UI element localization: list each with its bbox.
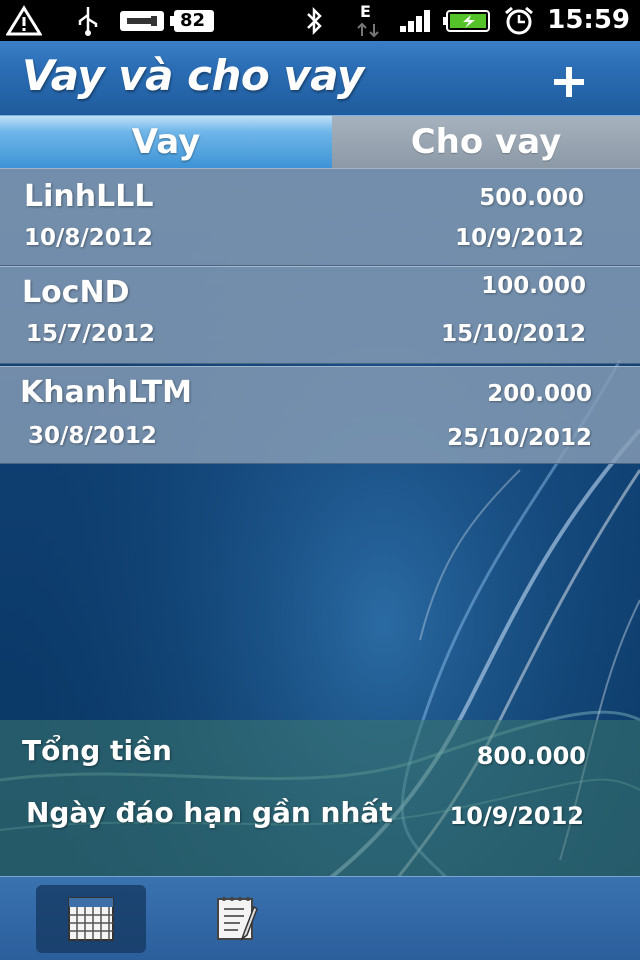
plus-icon [554,67,584,97]
total-label: Tổng tiền [22,734,172,767]
notes-icon [217,897,258,942]
list-item[interactable]: KhanhLTM 200.000 30/8/2012 25/10/2012 [0,366,640,464]
loan-amount: 100.000 [481,273,586,299]
nearest-due-label: Ngày đáo hạn gần nhất [26,796,393,829]
tab-cho-vay[interactable]: Cho vay [332,116,640,168]
summary-panel: Tổng tiền 800.000 Ngày đáo hạn gần nhất … [0,720,640,876]
loan-date: 15/7/2012 [26,321,155,347]
tab-bar: Vay Cho vay [0,116,640,168]
usb-icon [72,0,104,41]
loan-date: 30/8/2012 [28,423,157,449]
battery-icon: 82 [170,0,216,41]
loan-amount: 200.000 [487,381,592,407]
due-date: 15/10/2012 [441,321,586,347]
notes-button[interactable] [182,885,292,953]
battery-level: 82 [180,10,206,31]
network-type: E [360,2,371,21]
usb-debug-icon [118,0,166,41]
signal-icon [396,0,436,41]
list-item[interactable]: LinhLLL 500.000 10/8/2012 10/9/2012 [0,168,640,266]
network-e-icon: E [350,0,382,41]
borrower-name: LinhLLL [24,179,154,214]
loan-amount: 500.000 [479,185,584,211]
borrower-name: LocND [22,275,130,310]
calendar-icon [68,897,114,941]
tab-vay[interactable]: Vay [0,116,332,168]
page-title: Vay và cho vay [22,51,364,100]
alarm-icon [500,0,538,41]
charging-battery-icon [442,0,492,41]
status-bar: 82 E 15:59 [0,0,640,41]
title-bar: Vay và cho vay [0,41,640,116]
loan-date: 10/8/2012 [24,225,153,251]
due-date: 25/10/2012 [447,425,592,451]
bluetooth-icon [300,0,328,41]
total-value: 800.000 [476,742,586,770]
nearest-due-value: 10/9/2012 [449,802,584,830]
warning-icon [4,0,44,41]
borrower-name: KhanhLTM [20,375,193,410]
clock: 15:59 [547,5,630,35]
list-item[interactable]: LocND 100.000 15/7/2012 15/10/2012 [0,266,640,364]
calendar-button[interactable] [36,885,146,953]
due-date: 10/9/2012 [455,225,584,251]
add-button[interactable] [548,61,590,103]
bottom-toolbar [0,876,640,960]
